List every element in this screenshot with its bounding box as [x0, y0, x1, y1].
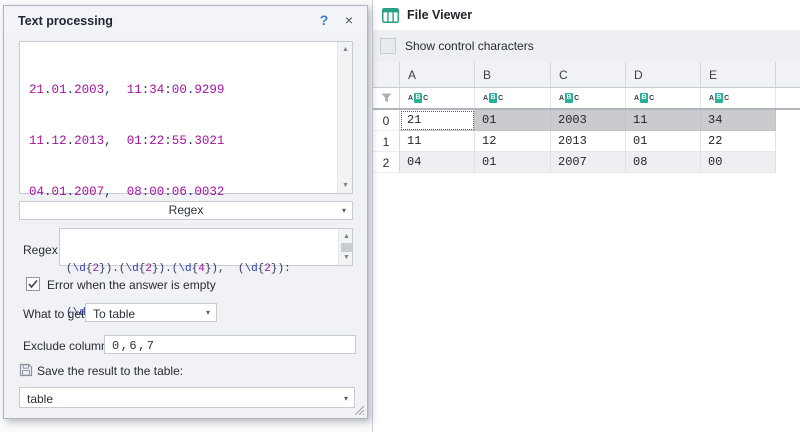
table-row: 0 21 01 2003 11 34	[373, 110, 800, 131]
table-header-row: A B C D E	[373, 62, 800, 88]
type-cell-d[interactable]: ABC	[626, 88, 701, 108]
chevron-down-icon: ▾	[206, 308, 210, 318]
source-line: 21.01.2003, 11:34:00.9299	[29, 82, 224, 99]
text-type-icon: ABC	[408, 93, 428, 103]
regex-scrollbar[interactable]: ▲ ▼	[338, 229, 352, 265]
type-cell-c[interactable]: ABC	[551, 88, 626, 108]
regex-label: Regex	[23, 243, 58, 257]
show-control-characters-label: Show control characters	[405, 39, 534, 53]
table-filter-row: ABC ABC ABC ABC ABC	[373, 88, 800, 110]
source-line: 11.12.2013, 01:22:55.3021	[29, 133, 224, 150]
save-floppy-icon	[19, 363, 33, 377]
funnel-icon	[381, 93, 392, 103]
scroll-up-icon[interactable]: ▲	[339, 230, 354, 243]
regex-line: (\d{2}).(\d{2}).(\d{4}), (\d{2}):	[66, 262, 291, 277]
checkmark-icon	[27, 278, 39, 290]
table-cell[interactable]: 08	[626, 152, 701, 173]
column-header-filler	[776, 62, 800, 87]
file-viewer-title: File Viewer	[407, 8, 472, 22]
scroll-down-icon[interactable]: ▼	[339, 251, 354, 264]
table-cell[interactable]: 34	[701, 110, 776, 131]
table-dropdown[interactable]: table ▾	[19, 387, 355, 408]
row-index[interactable]: 2	[373, 152, 400, 173]
text-type-icon: ABC	[559, 93, 579, 103]
what-to-get-value: To table	[93, 307, 135, 321]
textarea-scrollbar[interactable]: ▲ ▼	[337, 42, 352, 193]
table-cell[interactable]: 11	[400, 131, 475, 152]
show-control-characters-checkbox[interactable]	[380, 38, 396, 54]
dialog-title: Text processing	[18, 14, 113, 28]
text-processing-dialog: Text processing ? × 21.01.2003, 11:34:00…	[3, 5, 368, 419]
column-header-e[interactable]: E	[701, 62, 776, 87]
column-header-a[interactable]: A	[400, 62, 475, 87]
save-to-table-label: Save the result to the table:	[37, 364, 183, 378]
regex-input[interactable]: (\d{2}).(\d{2}).(\d{4}), (\d{2}): (\d{2}…	[59, 228, 353, 266]
table-cell[interactable]: 11	[626, 110, 701, 131]
exclude-columns-label: Exclude columns	[23, 339, 114, 353]
table-cell[interactable]: 12	[475, 131, 551, 152]
error-checkbox[interactable]	[26, 277, 40, 291]
table-row: 2 04 01 2007 08 00	[373, 152, 800, 173]
table-grid-icon	[382, 8, 399, 23]
type-cell-b[interactable]: ABC	[475, 88, 551, 108]
table-cell[interactable]: 22	[701, 131, 776, 152]
table-cell[interactable]: 01	[475, 110, 551, 131]
column-header-c[interactable]: C	[551, 62, 626, 87]
row-index[interactable]: 1	[373, 131, 400, 152]
table-cell-focused[interactable]: 21	[400, 110, 475, 131]
filter-button[interactable]	[373, 88, 400, 108]
type-cell-e[interactable]: ABC	[701, 88, 776, 108]
mode-dropdown[interactable]: Regex ▾	[19, 201, 353, 220]
error-checkbox-label: Error when the answer is empty	[47, 278, 216, 292]
table-cell[interactable]: 01	[626, 131, 701, 152]
column-header-b[interactable]: B	[475, 62, 551, 87]
table-cell[interactable]: 00	[701, 152, 776, 173]
row-header-corner	[373, 62, 400, 87]
table-dropdown-value: table	[27, 392, 53, 406]
text-type-icon: ABC	[709, 93, 729, 103]
resize-grip[interactable]	[352, 403, 364, 415]
what-to-get-label: What to get	[23, 307, 84, 321]
text-type-icon: ABC	[634, 93, 654, 103]
chevron-down-icon: ▾	[344, 394, 348, 404]
table-cell[interactable]: 01	[475, 152, 551, 173]
scroll-up-icon[interactable]: ▲	[338, 43, 353, 56]
exclude-columns-input[interactable]: 0,6,7	[104, 335, 356, 354]
table-cell[interactable]: 04	[400, 152, 475, 173]
row-index[interactable]: 0	[373, 110, 400, 131]
data-table: A B C D E ABC ABC ABC ABC	[373, 62, 800, 173]
chevron-down-icon: ▾	[342, 206, 346, 216]
mode-value: Regex	[169, 203, 204, 217]
source-line: 04.01.2007, 08:00:06.0032	[29, 184, 224, 201]
file-viewer-titlebar: File Viewer	[373, 0, 800, 30]
scroll-down-icon[interactable]: ▼	[338, 179, 353, 192]
help-button[interactable]: ?	[315, 12, 333, 28]
table-cell[interactable]: 2003	[551, 110, 626, 131]
text-type-icon: ABC	[483, 93, 503, 103]
file-viewer-panel: File Viewer Show control characters A B …	[372, 0, 800, 432]
table-cell[interactable]: 2013	[551, 131, 626, 152]
column-header-d[interactable]: D	[626, 62, 701, 87]
table-cell[interactable]: 2007	[551, 152, 626, 173]
what-to-get-dropdown[interactable]: To table ▾	[85, 303, 217, 322]
table-row: 1 11 12 2013 01 22	[373, 131, 800, 152]
close-button[interactable]: ×	[340, 12, 358, 28]
source-text-area[interactable]: 21.01.2003, 11:34:00.9299 11.12.2013, 01…	[19, 41, 353, 194]
type-cell-a[interactable]: ABC	[400, 88, 475, 108]
control-characters-band: Show control characters	[373, 30, 800, 62]
